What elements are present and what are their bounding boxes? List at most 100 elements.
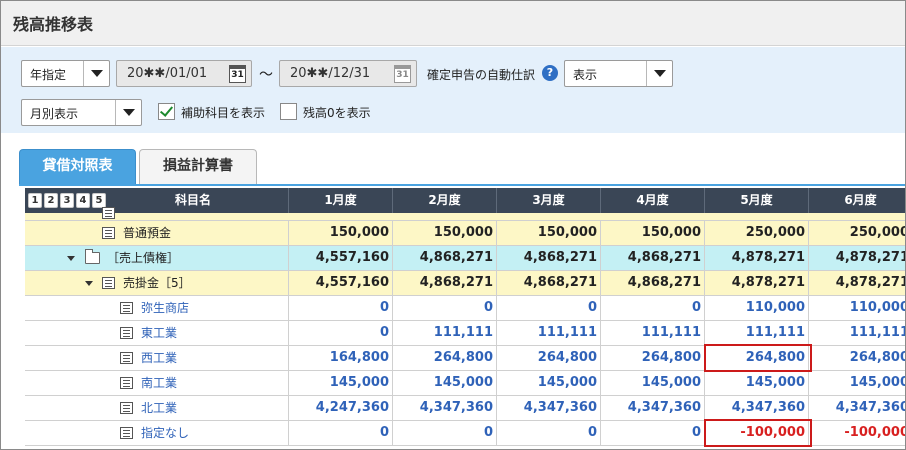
date-from-field[interactable]: 20✱✱/01/01 31 — [116, 60, 252, 87]
table-row[interactable]: 売掛金［5］ 4,557,160 4,868,271 4,868,271 4,868,2… — [25, 271, 905, 296]
help-icon[interactable]: ? — [542, 65, 558, 81]
show-sub-accounts-label: 補助科目を表示 — [181, 106, 266, 120]
account-name-cell[interactable]: 普通預金 — [25, 221, 289, 245]
period-type-select[interactable]: 年指定 — [21, 60, 110, 87]
account-name-cell[interactable]: 売掛金［5］ — [25, 271, 289, 295]
level-3-button[interactable]: 3 — [60, 193, 74, 208]
chevron-down-icon[interactable] — [83, 61, 109, 86]
page-title: 残高推移表 — [13, 15, 94, 34]
highlight-box — [704, 344, 812, 372]
level-4-button[interactable]: 4 — [76, 193, 90, 208]
month-header: 3月度 — [497, 188, 601, 213]
balance-value-cell: 0 — [497, 421, 601, 445]
balance-value-cell: 4,557,160 — [289, 246, 393, 270]
balance-value-cell: 264,800 — [809, 346, 905, 370]
month-header: 2月度 — [393, 188, 497, 213]
collapse-caret-icon[interactable] — [67, 256, 75, 261]
account-name-cell[interactable]: ［売上債権］ — [25, 246, 289, 270]
title-bar: 残高推移表 — [1, 1, 905, 46]
account-name-cell[interactable]: 弥生商店 — [25, 296, 289, 320]
balance-value-cell: 111,111 — [601, 321, 705, 345]
show-zero-balance-label: 残高0を表示 — [303, 106, 371, 120]
account-name-label[interactable]: 指定なし — [141, 421, 189, 445]
date-to-field: 20✱✱/12/31 31 — [279, 60, 417, 87]
auto-journal-select[interactable]: 表示 — [564, 60, 673, 87]
date-separator: 〜 — [259, 67, 273, 83]
chevron-down-icon[interactable] — [646, 61, 672, 86]
account-name-label[interactable]: 西工業 — [141, 346, 177, 370]
table-row[interactable]: ［売上債権］ 4,557,160 4,868,271 4,868,271 4,868,2… — [25, 246, 905, 271]
account-name-cell[interactable]: 東工業 — [25, 321, 289, 345]
balance-value-cell: 4,347,360 — [809, 396, 905, 420]
balance-value-cell: 164,800 — [289, 346, 393, 370]
table-row[interactable]: 東工業 0 111,111 111,111 111,111 111,111 111,111 — [25, 321, 905, 346]
balance-value-cell: 4,347,360 — [497, 396, 601, 420]
balance-value-cell: 0 — [289, 296, 393, 320]
grid-header: 1 2 3 4 5 科目名 1月度 2月度 3月度 4月度 5月度 6月度 — [25, 188, 905, 213]
account-name-cell[interactable]: 西工業 — [25, 346, 289, 370]
balance-value-cell: 0 — [601, 296, 705, 320]
collapse-caret-icon[interactable] — [85, 281, 93, 286]
document-icon — [102, 207, 115, 219]
chevron-down-icon[interactable] — [115, 100, 141, 125]
balance-value-cell: 145,000 — [289, 371, 393, 395]
document-icon — [120, 402, 133, 414]
table-row[interactable]: 北工業 4,247,360 4,347,360 4,347,360 4,347,360 4… — [25, 396, 905, 421]
date-from-value: 20✱✱/01/01 — [127, 66, 208, 81]
calendar-icon: 31 — [394, 65, 411, 83]
balance-grid: 1 2 3 4 5 科目名 1月度 2月度 3月度 4月度 5月度 6月度 普通… — [25, 188, 905, 449]
account-name-cell[interactable]: 北工業 — [25, 396, 289, 420]
account-name-label[interactable]: 弥生商店 — [141, 296, 189, 320]
month-header: 5月度 — [705, 188, 809, 213]
show-zero-balance-checkbox[interactable] — [280, 103, 297, 120]
balance-value-cell: 0 — [497, 296, 601, 320]
balance-value-cell: 150,000 — [497, 221, 601, 245]
tab-balance-sheet[interactable]: 貸借対照表 — [19, 149, 136, 185]
display-mode-value: 月別表示 — [30, 107, 79, 121]
table-row[interactable]: 南工業 145,000 145,000 145,000 145,000 145,000 14… — [25, 371, 905, 396]
balance-value-cell: -100,000 — [809, 421, 905, 445]
balance-value-cell: 150,000 — [393, 221, 497, 245]
level-2-button[interactable]: 2 — [44, 193, 58, 208]
tab-income-statement[interactable]: 損益計算書 — [139, 149, 257, 185]
document-icon — [120, 327, 133, 339]
month-header: 4月度 — [601, 188, 705, 213]
level-5-button[interactable]: 5 — [92, 193, 106, 208]
balance-value-cell: 4,878,271 — [809, 271, 905, 295]
balance-value-cell: 4,868,271 — [393, 271, 497, 295]
document-icon — [120, 302, 133, 314]
calendar-icon[interactable]: 31 — [229, 65, 246, 83]
document-icon — [102, 277, 115, 289]
balance-value-cell: 4,868,271 — [497, 271, 601, 295]
balance-value-cell: 111,111 — [393, 321, 497, 345]
balance-value-cell: 145,000 — [393, 371, 497, 395]
account-name-label[interactable]: 南工業 — [141, 371, 177, 395]
level-1-button[interactable]: 1 — [28, 193, 42, 208]
balance-trend-window: 残高推移表 年指定 20✱✱/01/01 31 〜 20✱✱/12/31 31 … — [0, 0, 906, 450]
account-name-cell[interactable]: 指定なし — [25, 421, 289, 445]
show-sub-accounts-checkbox[interactable] — [158, 103, 175, 120]
document-icon — [120, 377, 133, 389]
document-icon — [102, 227, 115, 239]
balance-value-cell: 111,111 — [497, 321, 601, 345]
table-row[interactable]: 弥生商店 0 0 0 0 110,000 110,000 — [25, 296, 905, 321]
balance-value-cell: 4,247,360 — [289, 396, 393, 420]
balance-value-cell: 4,868,271 — [601, 271, 705, 295]
month-header: 6月度 — [809, 188, 905, 213]
balance-value-cell: 110,000 — [809, 296, 905, 320]
balance-value-cell: 250,000 — [705, 221, 809, 245]
account-name-label[interactable]: 東工業 — [141, 321, 177, 345]
tab-underline — [19, 184, 905, 186]
table-row[interactable]: 普通預金 150,000 150,000 150,000 150,000 250,000 2… — [25, 221, 905, 246]
name-column-header: 1 2 3 4 5 科目名 — [25, 188, 289, 213]
account-name-label[interactable]: 北工業 — [141, 396, 177, 420]
account-name-label: 売掛金［5］ — [123, 276, 191, 290]
balance-value-cell: 4,868,271 — [601, 246, 705, 270]
balance-value-cell: 264,800 — [497, 346, 601, 370]
balance-value-cell: 4,878,271 — [809, 246, 905, 270]
folder-icon — [85, 249, 100, 264]
account-name-cell[interactable]: 南工業 — [25, 371, 289, 395]
balance-value-cell: 4,347,360 — [601, 396, 705, 420]
balance-value-cell: 0 — [393, 421, 497, 445]
display-mode-select[interactable]: 月別表示 — [21, 99, 142, 126]
